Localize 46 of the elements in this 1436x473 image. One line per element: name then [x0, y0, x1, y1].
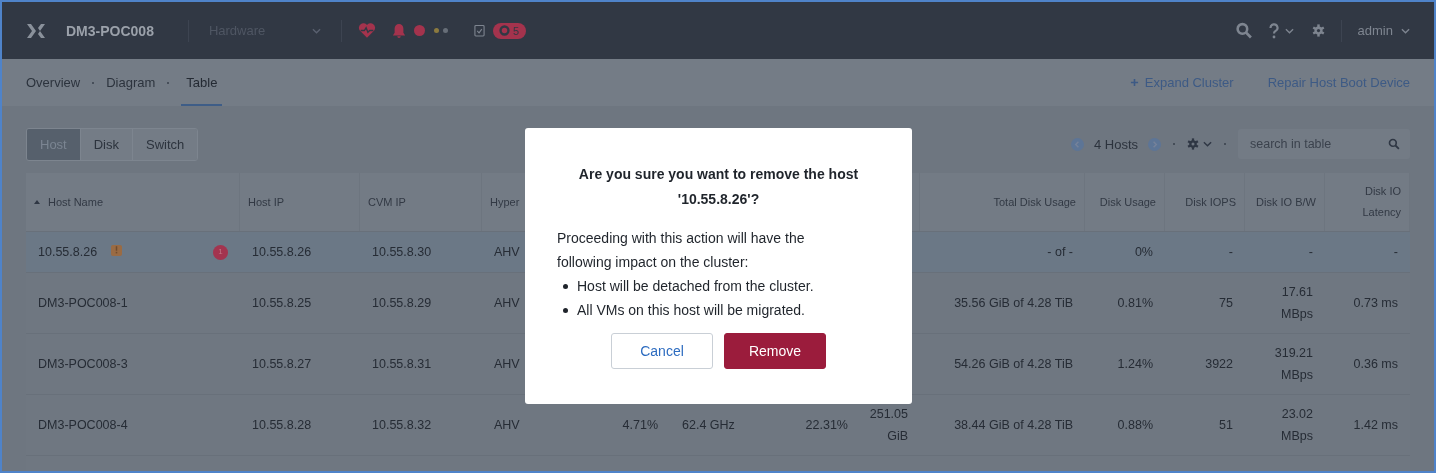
dialog-message: Proceeding with this action will have the following impact on the cluster: [557, 229, 806, 272]
table-cell-text: 1.42 ms [1353, 417, 1398, 434]
table-cell-text: 0.73 ms [1353, 295, 1398, 312]
cluster-name: DM3-POC008 [66, 22, 154, 39]
table-cell-text: 22.31% [805, 417, 848, 434]
table-cell-text: 0.88% [1117, 417, 1153, 434]
table-cell-text: 17.61 MBps [1280, 284, 1313, 323]
table-cell-text: 10.55.8.27 [252, 356, 312, 373]
table-cell-text: 251.05 GiB [869, 406, 908, 445]
table-cell-text: 10.55.8.28 [252, 417, 312, 434]
table-cell-text: 75 [1219, 295, 1233, 312]
table-cell-text: 0.81% [1117, 295, 1153, 312]
table-cell-text: 10.55.8.30 [372, 244, 432, 261]
table-cell-text: AHV [494, 356, 520, 373]
table-cell-text: 62.4 GHz [682, 417, 735, 434]
table-cell-text: AHV [494, 417, 520, 434]
table-cell-text: 54.26 GiB of 4.28 TiB [954, 356, 1073, 373]
dialog-title: Are you sure you want to remove the host '10.55.8.26'? [577, 165, 860, 209]
table-cell-text: 23.02 MBps [1280, 406, 1313, 445]
table-cell-text: 38.44 GiB of 4.28 TiB [954, 417, 1073, 434]
table-cell-text: - [1393, 244, 1398, 261]
table-cell-text: - of - [1047, 244, 1073, 261]
table-cell-text: 10.55.8.29 [372, 295, 432, 312]
table-cell-text: DM3-POC008-3 [38, 356, 128, 373]
table-cell-text: DM3-POC008-1 [38, 295, 128, 312]
table-cell-text: DM3-POC008-4 [38, 417, 128, 434]
table-cell-text: 0.36 ms [1353, 356, 1398, 373]
table-cell-text: 1.24% [1117, 356, 1153, 373]
impact-item: Host will be detached from the cluster. [577, 277, 814, 296]
table-cell-text: 0% [1134, 244, 1153, 261]
table-cell-text: 4.71% [622, 417, 658, 434]
impact-item: All VMs on this host will be migrated. [577, 301, 805, 320]
host-count: 4 Hosts [1093, 136, 1138, 152]
table-cell-text: AHV [494, 295, 520, 312]
table-cell-text: 3922 [1205, 356, 1233, 373]
table-cell-text: 10.55.8.31 [372, 356, 432, 373]
table-cell-text: 35.56 GiB of 4.28 TiB [954, 295, 1073, 312]
table-cell-text: 10.55.8.26 [252, 244, 312, 261]
table-cell-text: 319.21 MBps [1273, 345, 1313, 384]
table-cell-text: AHV [494, 244, 520, 261]
table-cell-text: - [1228, 244, 1233, 261]
table-cell-text: 10.55.8.32 [372, 417, 432, 434]
table-cell-text: - [1308, 244, 1313, 261]
table-cell-text: 10.55.8.26 [38, 244, 98, 261]
table-cell-text: 51 [1219, 417, 1233, 434]
table-cell-text: 10.55.8.25 [252, 295, 312, 312]
